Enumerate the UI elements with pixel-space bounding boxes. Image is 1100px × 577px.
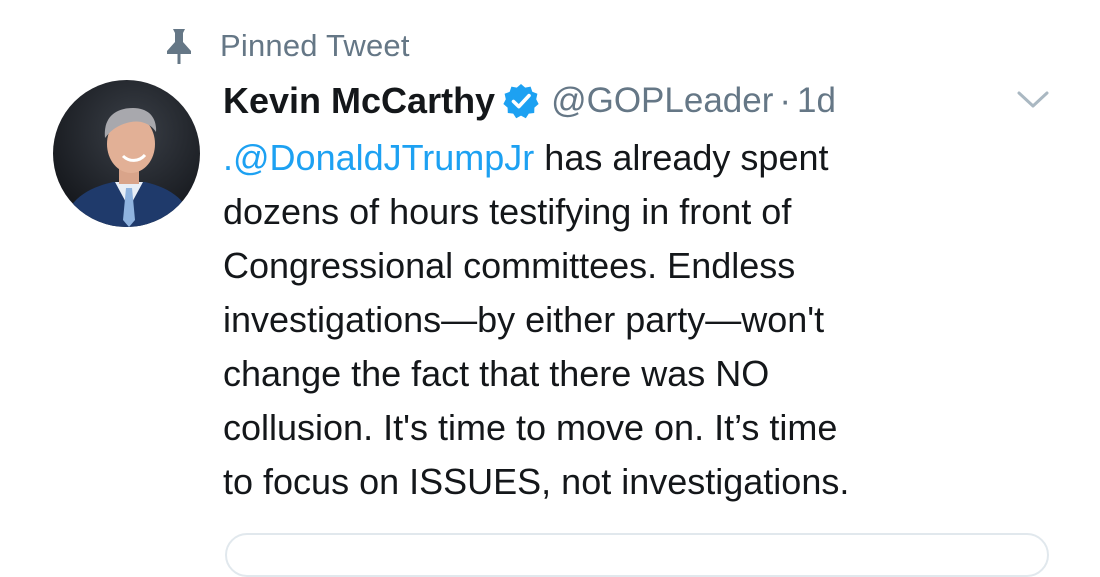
tweet-text-line: to focus on ISSUES, not investigations.: [223, 461, 850, 502]
tweet-text-line: investigations—by either party—won't: [223, 299, 825, 340]
user-handle[interactable]: @GOPLeader: [551, 81, 773, 121]
tweet-text-line: change the fact that there was NO: [223, 353, 770, 394]
avatar[interactable]: [53, 80, 200, 227]
separator-dot: ·: [779, 81, 792, 120]
tweet-text-line: Congressional committees. Endless: [223, 245, 796, 286]
tweet-text-line: collusion. It's time to move on. It’s ti…: [223, 407, 838, 448]
verified-badge-icon: [503, 83, 539, 119]
chevron-down-icon[interactable]: [1015, 88, 1051, 112]
pin-icon: [162, 26, 196, 66]
pinned-tweet-row: Pinned Tweet: [162, 26, 410, 66]
tweet-text-segment: has already spent: [534, 137, 829, 178]
tweet-text-line: dozens of hours testifying in front of: [223, 191, 792, 232]
tweet-header: Kevin McCarthy @GOPLeader · 1d: [223, 78, 836, 124]
tweet-text-line: .@DonaldJTrumpJr has already spent: [223, 131, 1083, 185]
tweet-timestamp[interactable]: 1d: [797, 81, 836, 121]
tweet-text: .@DonaldJTrumpJr has already spent dozen…: [223, 131, 1083, 509]
embedded-card-edge[interactable]: [225, 533, 1049, 577]
display-name[interactable]: Kevin McCarthy: [223, 80, 495, 122]
pinned-tweet-label: Pinned Tweet: [220, 28, 410, 63]
mention-link[interactable]: .@DonaldJTrumpJr: [223, 137, 534, 178]
